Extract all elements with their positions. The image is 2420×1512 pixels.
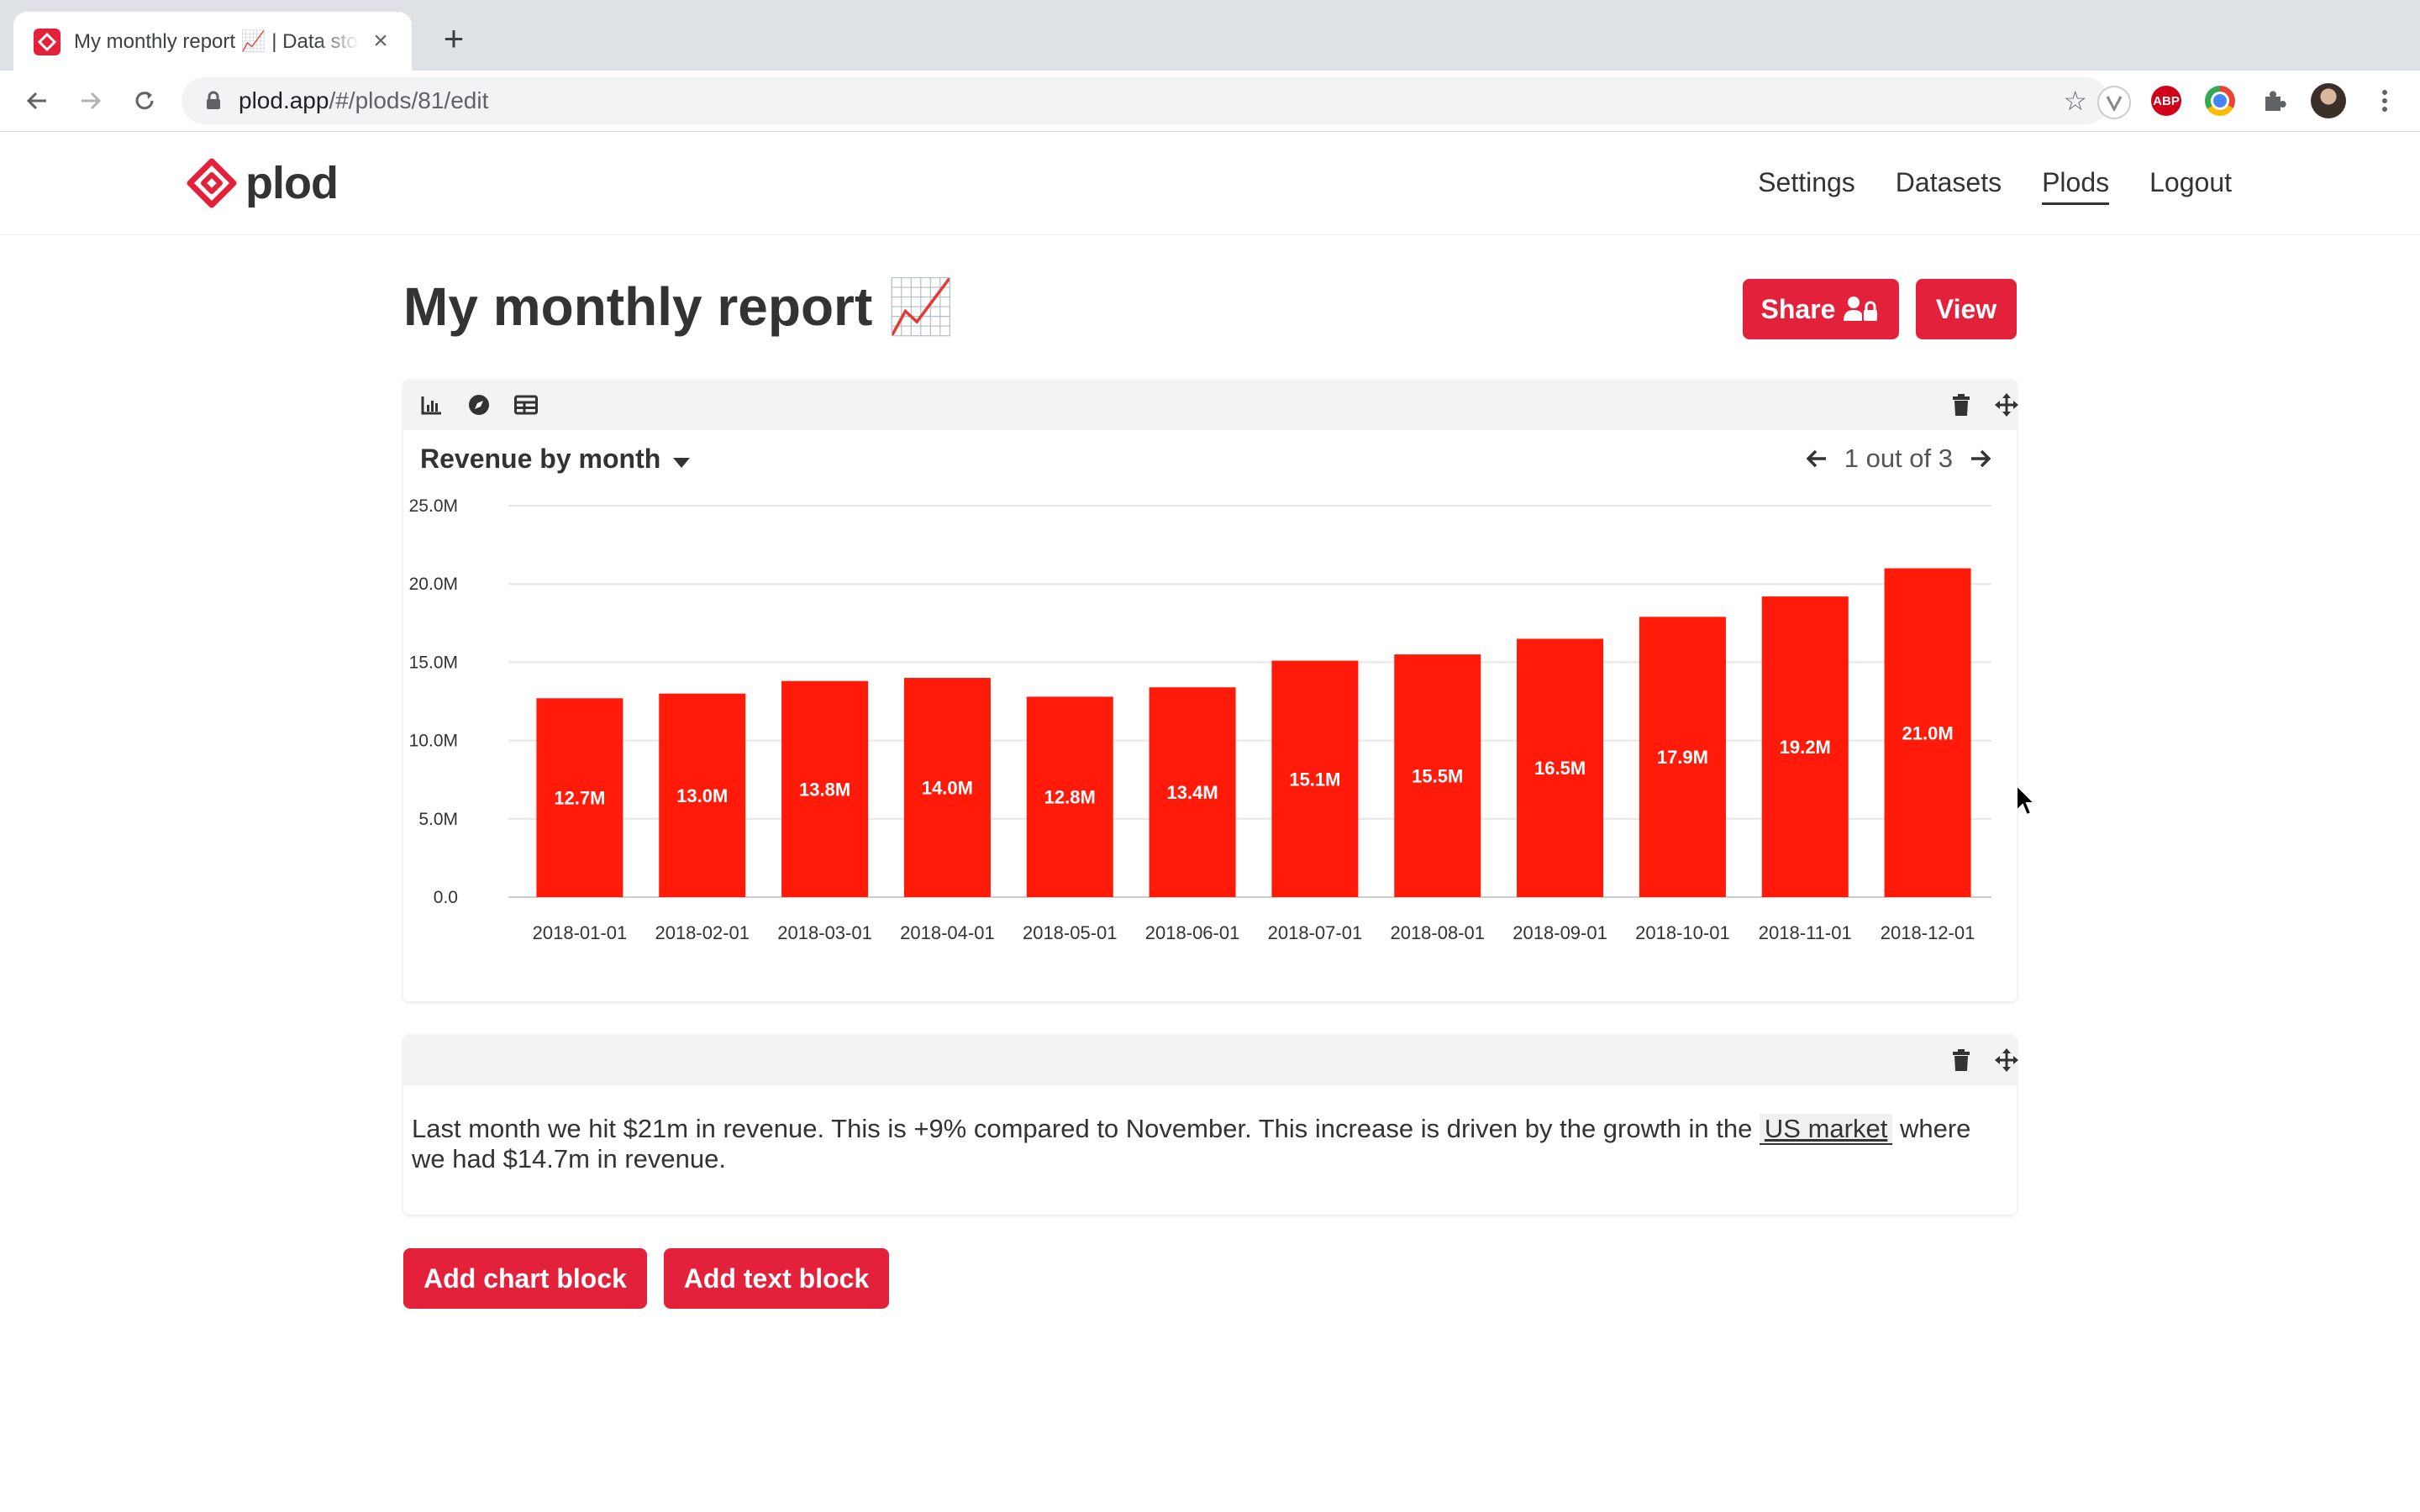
add-text-block-button[interactable]: Add text block [664,1248,889,1309]
lock-icon [205,91,222,115]
bar-value-label: 15.1M [1289,769,1340,790]
user-lock-icon [1844,297,1878,321]
chart-block: Revenue by month 1 out of 3 0.0 5.0M 10.0M… [403,380,2020,1001]
bar-value-label: 14.0M [922,778,973,799]
y-tick-label: 0.0 [434,888,458,907]
kebab-menu-icon[interactable] [2370,86,2400,116]
bar-value-label: 13.4M [1167,782,1218,803]
text-before: Last month we hit $21m in revenue. This … [412,1114,1760,1143]
text-block-toolbar [403,1035,2017,1085]
page-title: My monthly report 📈 [403,276,955,337]
y-tick-label: 5.0M [418,810,458,829]
bar-value-label: 12.7M [554,788,605,809]
move-icon[interactable] [1993,1047,2020,1074]
chart-block-toolbar [403,380,2017,430]
bar-value-label: 19.2M [1780,737,1831,758]
text-block-content[interactable]: Last month we hit $21m in revenue. This … [412,1114,1991,1174]
app-header: plod Settings Datasets Plods Logout [0,132,2420,235]
vimium-icon[interactable] [2097,86,2131,119]
forward-icon[interactable] [72,82,109,119]
view-button[interactable]: View [1916,279,2017,339]
add-chart-block-button[interactable]: Add chart block [403,1248,647,1309]
y-tick-label: 15.0M [409,653,458,672]
nav-settings[interactable]: Settings [1758,165,1855,205]
x-tick-label: 2018-04-01 [900,922,995,943]
table-icon[interactable] [513,391,539,418]
trash-icon[interactable] [1948,1047,1975,1074]
browser-tab[interactable]: My monthly report 📈 | Data storytelling … [13,12,412,71]
pager-text: 1 out of 3 [1844,444,1953,473]
mouse-cursor-icon [2016,784,2037,816]
arrow-left-icon[interactable] [1806,449,1828,469]
puzzle-icon[interactable] [2259,86,2289,116]
tab-title: My monthly report 📈 | Data storytelling [74,30,360,53]
revenue-bar-chart: 0.0 5.0M 10.0M 15.0M 20.0M 25.0M 12.7M 2018-01-… [409,496,1991,943]
trash-icon[interactable] [1948,391,1975,418]
new-tab-icon[interactable]: + [435,20,472,57]
url-host: plod.app [239,87,329,113]
us-market-link[interactable]: US market [1759,1114,1893,1145]
x-tick-label: 2018-07-01 [1268,922,1363,943]
bar-chart-icon[interactable] [418,391,445,418]
arrow-right-icon[interactable] [1970,449,1991,469]
chart-pager: 1 out of 3 [1806,444,1991,474]
logo-wordmark: plod [245,158,339,208]
avatar[interactable] [2311,83,2346,118]
chart-title-dropdown[interactable]: Revenue by month [420,444,691,475]
address-bar[interactable]: plod.app/#/plods/81/edit ☆ [182,77,2109,124]
bar-value-label: 13.8M [799,779,850,800]
x-tick-label: 2018-01-01 [533,922,628,943]
plod-favicon-icon [34,29,60,55]
x-tick-label: 2018-09-01 [1512,922,1607,943]
share-button-label: Share [1760,293,1836,324]
nav-plods[interactable]: Plods [2042,165,2110,205]
url-text: plod.app/#/plods/81/edit [239,87,488,114]
bar-value-label: 12.8M [1044,787,1096,808]
x-tick-label: 2018-03-01 [777,922,872,943]
top-nav: Settings Datasets Plods Logout [1758,165,2232,205]
reload-icon[interactable] [126,82,163,119]
chart-title: Revenue by month [420,444,661,474]
compass-icon[interactable] [466,391,492,418]
bar-value-label: 21.0M [1902,722,1954,743]
browser-toolbar: plod.app/#/plods/81/edit ☆ ABP [0,71,2420,132]
share-button[interactable]: Share [1743,279,1899,339]
adblock-icon[interactable]: ABP [2151,86,2181,116]
x-tick-label: 2018-06-01 [1145,922,1240,943]
x-tick-label: 2018-02-01 [655,922,750,943]
bookmark-star-icon[interactable]: ☆ [2063,87,2087,114]
url-path: /#/plods/81/edit [329,87,489,113]
text-block: Last month we hit $21m in revenue. This … [403,1035,2020,1215]
x-tick-label: 2018-10-01 [1635,922,1730,943]
caret-down-icon [673,458,691,468]
browser-tabstrip: My monthly report 📈 | Data storytelling … [0,0,2420,71]
nav-logout[interactable]: Logout [2149,165,2232,205]
x-tick-label: 2018-12-01 [1881,922,1975,943]
chrome-color-icon[interactable] [2205,86,2235,116]
nav-datasets[interactable]: Datasets [1896,165,2002,205]
x-tick-label: 2018-11-01 [1759,922,1852,943]
tab-close-icon[interactable]: × [366,27,395,55]
y-tick-label: 25.0M [409,496,458,516]
plod-logo[interactable]: plod [187,155,339,211]
bar-value-label: 17.9M [1657,747,1708,768]
plod-logo-icon [187,158,237,208]
x-tick-label: 2018-08-01 [1390,922,1485,943]
y-tick-label: 10.0M [409,732,458,751]
y-tick-label: 20.0M [409,575,458,594]
bar-value-label: 13.0M [676,785,728,806]
bar-value-label: 16.5M [1534,758,1586,779]
x-tick-label: 2018-05-01 [1023,922,1118,943]
move-icon[interactable] [1993,391,2020,418]
back-icon[interactable] [18,82,55,119]
bar-value-label: 15.5M [1412,766,1463,787]
